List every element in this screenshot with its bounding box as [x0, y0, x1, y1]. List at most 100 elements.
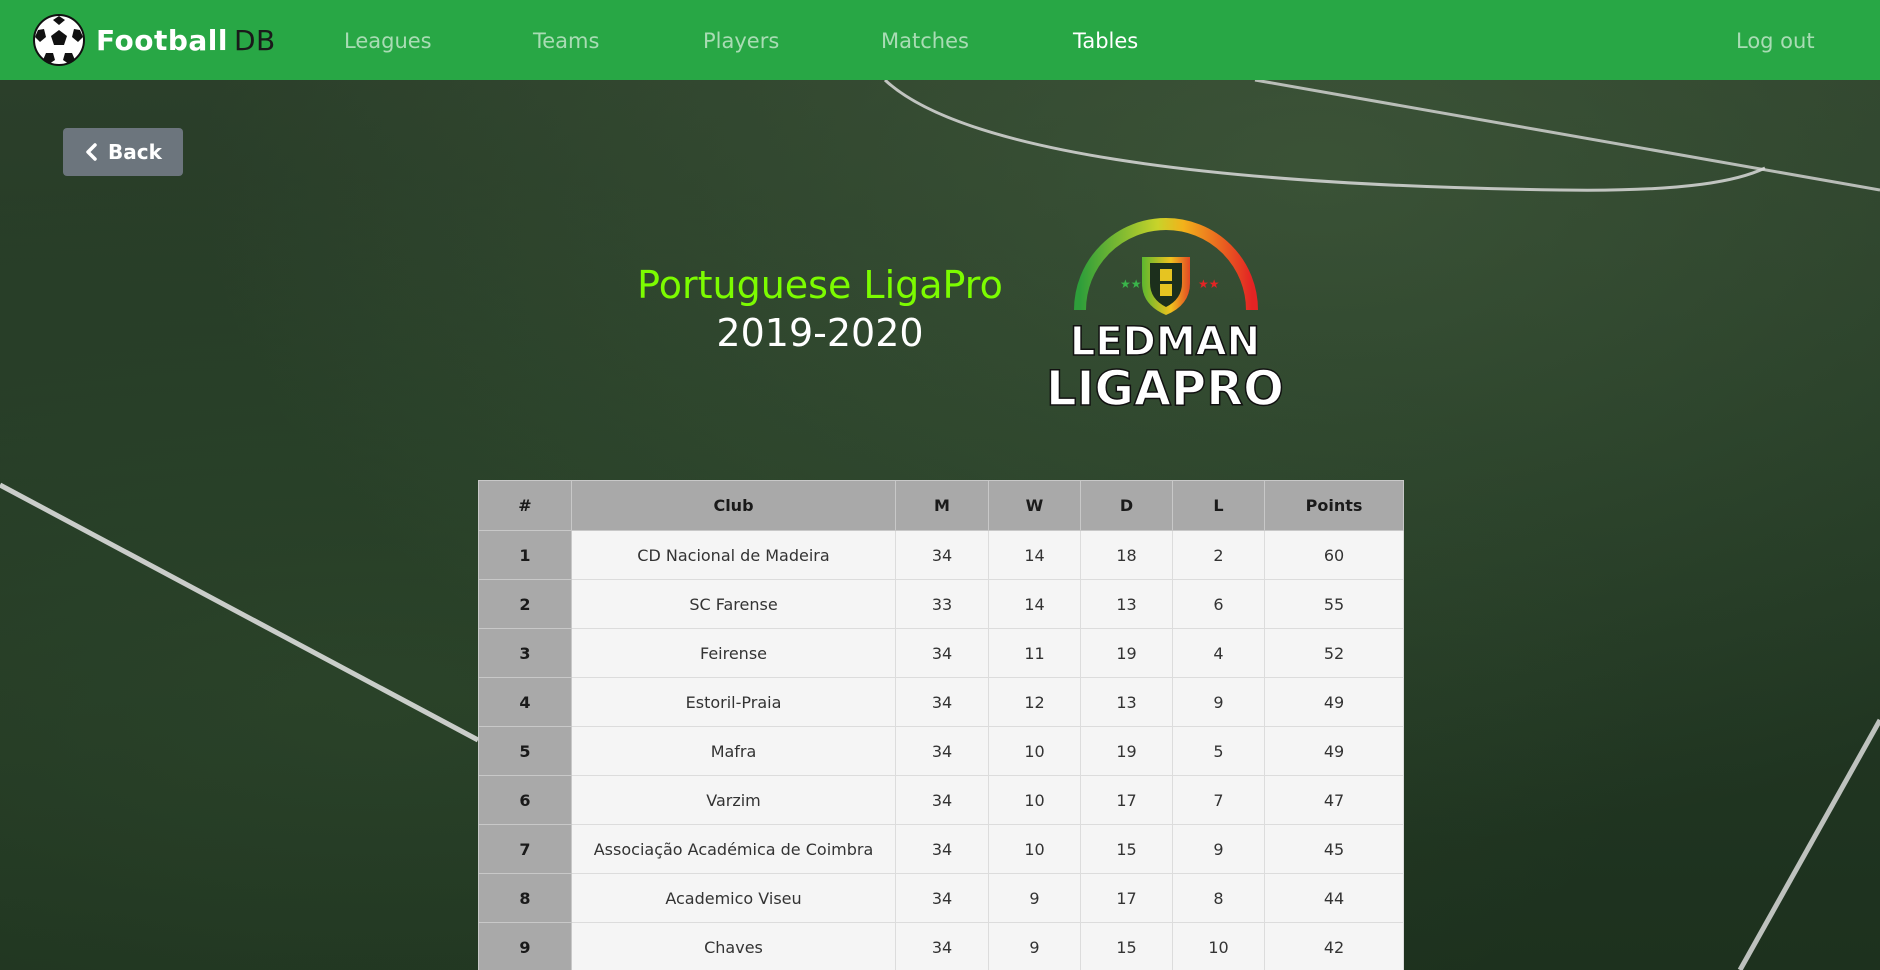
- logout-link[interactable]: Log out: [1736, 0, 1815, 80]
- cell-matches: 34: [895, 628, 989, 678]
- cell-losses: 2: [1172, 530, 1265, 580]
- cell-points: 49: [1264, 677, 1404, 727]
- cell-points: 42: [1264, 922, 1404, 970]
- cell-points: 49: [1264, 726, 1404, 776]
- back-button[interactable]: Back: [63, 128, 183, 176]
- cell-wins: 9: [988, 873, 1081, 923]
- cell-wins: 14: [988, 579, 1081, 629]
- cell-matches: 34: [895, 922, 989, 970]
- nav-teams[interactable]: Teams: [533, 0, 599, 80]
- cell-draws: 15: [1080, 922, 1173, 970]
- standings-table: # Club M W D L Points 1 CD Nacional de Ma…: [478, 480, 1404, 970]
- logo-line1: LEDMAN: [1070, 319, 1260, 365]
- cell-draws: 17: [1080, 873, 1173, 923]
- table-row[interactable]: 6 Varzim 34 10 17 7 47: [478, 775, 1404, 825]
- chevron-left-icon: [86, 143, 97, 161]
- cell-club: Associação Académica de Coimbra: [571, 824, 896, 874]
- cell-draws: 19: [1080, 726, 1173, 776]
- league-logo: ★★ ★★ LEDMAN LIGAPRO: [1045, 218, 1285, 418]
- cell-position: 8: [478, 873, 572, 923]
- cell-position: 6: [478, 775, 572, 825]
- cell-wins: 12: [988, 677, 1081, 727]
- cell-matches: 34: [895, 726, 989, 776]
- back-button-label: Back: [108, 140, 162, 164]
- col-header-club[interactable]: Club: [571, 480, 896, 531]
- table-header-row: # Club M W D L Points: [478, 480, 1404, 531]
- table-row[interactable]: 9 Chaves 34 9 15 10 42: [478, 922, 1404, 970]
- brand-logo[interactable]: Football DB: [32, 14, 276, 66]
- cell-points: 55: [1264, 579, 1404, 629]
- cell-matches: 34: [895, 824, 989, 874]
- table-row[interactable]: 4 Estoril-Praia 34 12 13 9 49: [478, 677, 1404, 727]
- cell-position: 1: [478, 530, 572, 580]
- cell-points: 45: [1264, 824, 1404, 874]
- cell-matches: 34: [895, 873, 989, 923]
- logo-line2: LIGAPRO: [1046, 361, 1284, 417]
- cell-club: CD Nacional de Madeira: [571, 530, 896, 580]
- svg-text:★★: ★★: [1198, 277, 1220, 291]
- cell-points: 47: [1264, 775, 1404, 825]
- table-row[interactable]: 7 Associação Académica de Coimbra 34 10 15 9 4…: [478, 824, 1404, 874]
- brand-name: Football DB: [96, 23, 276, 57]
- col-header-position[interactable]: #: [478, 480, 572, 531]
- cell-position: 3: [478, 628, 572, 678]
- cell-draws: 13: [1080, 579, 1173, 629]
- cell-club: SC Farense: [571, 579, 896, 629]
- cell-matches: 34: [895, 677, 989, 727]
- cell-losses: 4: [1172, 628, 1265, 678]
- cell-draws: 15: [1080, 824, 1173, 874]
- season-label: 2019-2020: [716, 311, 924, 355]
- nav-matches[interactable]: Matches: [881, 0, 969, 80]
- col-header-wins[interactable]: W: [988, 480, 1081, 531]
- cell-position: 4: [478, 677, 572, 727]
- cell-matches: 34: [895, 530, 989, 580]
- table-row[interactable]: 2 SC Farense 33 14 13 6 55: [478, 579, 1404, 629]
- cell-draws: 18: [1080, 530, 1173, 580]
- cell-position: 7: [478, 824, 572, 874]
- cell-club: Mafra: [571, 726, 896, 776]
- cell-losses: 6: [1172, 579, 1265, 629]
- cell-matches: 34: [895, 775, 989, 825]
- nav-tables[interactable]: Tables: [1073, 0, 1138, 80]
- cell-losses: 7: [1172, 775, 1265, 825]
- cell-position: 5: [478, 726, 572, 776]
- cell-losses: 5: [1172, 726, 1265, 776]
- cell-draws: 13: [1080, 677, 1173, 727]
- top-navbar: Football DB Leagues Teams Players Matches…: [0, 0, 1880, 80]
- cell-club: Estoril-Praia: [571, 677, 896, 727]
- cell-position: 2: [478, 579, 572, 629]
- soccer-ball-icon: [33, 14, 85, 66]
- cell-wins: 10: [988, 824, 1081, 874]
- col-header-points[interactable]: Points: [1264, 480, 1404, 531]
- cell-wins: 10: [988, 726, 1081, 776]
- cell-wins: 14: [988, 530, 1081, 580]
- nav-players[interactable]: Players: [703, 0, 779, 80]
- cell-club: Varzim: [571, 775, 896, 825]
- col-header-matches[interactable]: M: [895, 480, 989, 531]
- table-row[interactable]: 3 Feirense 34 11 19 4 52: [478, 628, 1404, 678]
- nav-leagues[interactable]: Leagues: [344, 0, 432, 80]
- cell-club: Chaves: [571, 922, 896, 970]
- col-header-draws[interactable]: D: [1080, 480, 1173, 531]
- cell-wins: 9: [988, 922, 1081, 970]
- cell-draws: 19: [1080, 628, 1173, 678]
- cell-matches: 33: [895, 579, 989, 629]
- cell-points: 44: [1264, 873, 1404, 923]
- cell-wins: 10: [988, 775, 1081, 825]
- svg-text:★★: ★★: [1120, 277, 1142, 291]
- page-title: Portuguese LigaPro 2019-2020: [620, 260, 1020, 356]
- col-header-losses[interactable]: L: [1172, 480, 1265, 531]
- cell-losses: 8: [1172, 873, 1265, 923]
- cell-losses: 9: [1172, 824, 1265, 874]
- cell-club: Academico Viseu: [571, 873, 896, 923]
- cell-points: 52: [1264, 628, 1404, 678]
- table-row[interactable]: 5 Mafra 34 10 19 5 49: [478, 726, 1404, 776]
- cell-losses: 9: [1172, 677, 1265, 727]
- cell-wins: 11: [988, 628, 1081, 678]
- table-row[interactable]: 1 CD Nacional de Madeira 34 14 18 2 60: [478, 530, 1404, 580]
- cell-draws: 17: [1080, 775, 1173, 825]
- table-row[interactable]: 8 Academico Viseu 34 9 17 8 44: [478, 873, 1404, 923]
- cell-points: 60: [1264, 530, 1404, 580]
- cell-losses: 10: [1172, 922, 1265, 970]
- cell-club: Feirense: [571, 628, 896, 678]
